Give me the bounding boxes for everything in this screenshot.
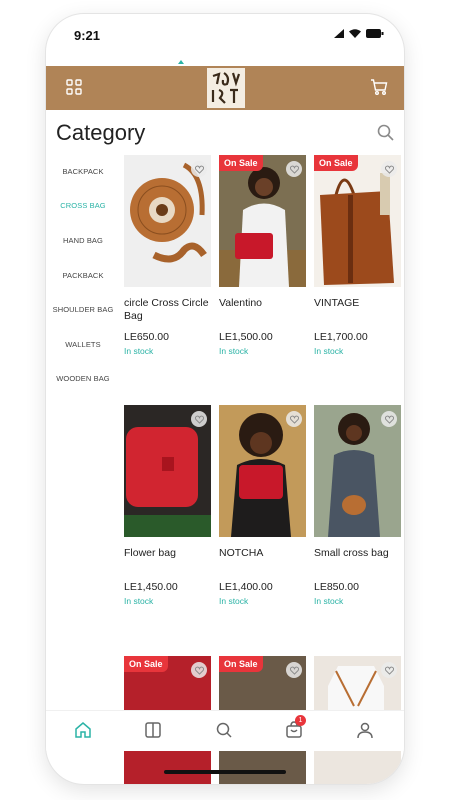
status-time: 9:21 <box>74 28 101 43</box>
product-image[interactable]: On Sale <box>219 155 306 287</box>
profile-icon[interactable] <box>356 721 374 739</box>
product-stock: In stock <box>219 346 249 356</box>
product-stock: In stock <box>219 596 249 606</box>
product-image[interactable] <box>219 405 306 537</box>
category-list: BACKPACK CROSS BAG HAND BAG PACKBACK SHO… <box>46 154 120 396</box>
product-price: LE1,400.00 <box>219 581 273 593</box>
product-price: LE1,500.00 <box>219 331 273 343</box>
grid-menu-icon[interactable] <box>66 79 82 95</box>
product-name: Valentino <box>219 297 263 309</box>
phone-frame: 9:21 Category BACKPACK CROSS BAG HAND BA… <box>46 14 404 784</box>
heart-icon <box>289 165 299 174</box>
product-image[interactable] <box>314 405 401 537</box>
category-wallets[interactable]: WALLETS <box>46 327 120 362</box>
product-price: LE1,700.00 <box>314 331 368 343</box>
product-price: LE850.00 <box>314 581 359 593</box>
sale-badge: On Sale <box>219 155 263 171</box>
favorite-button[interactable] <box>286 411 302 427</box>
favorite-button[interactable] <box>286 662 302 678</box>
favorite-button[interactable] <box>191 662 207 678</box>
product-card[interactable]: circle Cross Circle Bag LE650.00 In stoc… <box>124 155 211 356</box>
battery-icon <box>366 29 384 38</box>
product-name: Flower bag <box>124 547 176 559</box>
bottom-nav: 1 <box>46 710 404 751</box>
heart-icon <box>194 415 204 424</box>
wifi-icon <box>349 29 361 38</box>
product-stock: In stock <box>314 346 344 356</box>
product-name: circle Cross Circle Bag <box>124 297 209 322</box>
heart-icon <box>289 666 299 675</box>
favorite-button[interactable] <box>191 161 207 177</box>
heart-icon <box>384 415 394 424</box>
heart-icon <box>384 666 394 675</box>
favorite-button[interactable] <box>381 161 397 177</box>
category-cross-bag[interactable]: CROSS BAG <box>46 189 120 224</box>
app-bar <box>46 66 404 110</box>
bag-nav-button[interactable]: 1 <box>285 715 306 739</box>
sale-badge: On Sale <box>219 656 263 672</box>
product-card[interactable]: NOTCHA LE1,400.00 In stock <box>219 405 306 606</box>
product-stock: In stock <box>124 596 154 606</box>
cart-icon[interactable] <box>370 78 388 96</box>
heart-icon <box>194 165 204 174</box>
product-card[interactable]: Flower bag LE1,450.00 In stock <box>124 405 211 606</box>
cart-count-badge: 1 <box>295 715 306 726</box>
product-card[interactable]: On Sale Valentino LE1,500.00 In stock <box>219 155 306 356</box>
product-card[interactable]: On Sale VINTAGE LE1,700.00 In stock <box>314 155 401 356</box>
favorite-button[interactable] <box>286 161 302 177</box>
category-shoulder-bag[interactable]: SHOULDER BAG <box>46 292 120 327</box>
status-icons <box>334 29 384 38</box>
heart-icon <box>289 415 299 424</box>
heart-icon <box>194 666 204 675</box>
notch-indicator <box>178 60 184 64</box>
sale-badge: On Sale <box>314 155 358 171</box>
product-name: Small cross bag <box>314 547 389 559</box>
category-wooden-bag[interactable]: WOODEN BAG <box>46 362 120 397</box>
favorite-button[interactable] <box>381 411 397 427</box>
status-bar: 9:21 <box>46 14 404 62</box>
category-packback[interactable]: PACKBACK <box>46 258 120 293</box>
brand-logo[interactable] <box>207 68 245 108</box>
product-image[interactable] <box>124 155 211 287</box>
product-stock: In stock <box>314 596 344 606</box>
search-icon[interactable] <box>377 124 394 141</box>
category-backpack[interactable]: BACKPACK <box>46 154 120 189</box>
page-title: Category <box>56 120 146 145</box>
search-icon[interactable] <box>215 721 233 739</box>
home-indicator <box>164 770 286 774</box>
catalog-icon[interactable] <box>144 721 162 739</box>
product-image[interactable]: On Sale <box>314 155 401 287</box>
product-name: NOTCHA <box>219 547 264 559</box>
signal-icon <box>334 29 344 38</box>
product-card[interactable]: Small cross bag LE850.00 In stock <box>314 405 401 606</box>
favorite-button[interactable] <box>191 411 207 427</box>
favorite-button[interactable] <box>381 662 397 678</box>
product-price: LE650.00 <box>124 331 169 343</box>
product-image[interactable] <box>124 405 211 537</box>
home-icon[interactable] <box>74 721 92 739</box>
heart-icon <box>384 165 394 174</box>
sale-badge: On Sale <box>124 656 168 672</box>
product-stock: In stock <box>124 346 154 356</box>
product-price: LE1,450.00 <box>124 581 178 593</box>
product-name: VINTAGE <box>314 297 360 309</box>
category-hand-bag[interactable]: HAND BAG <box>46 223 120 258</box>
